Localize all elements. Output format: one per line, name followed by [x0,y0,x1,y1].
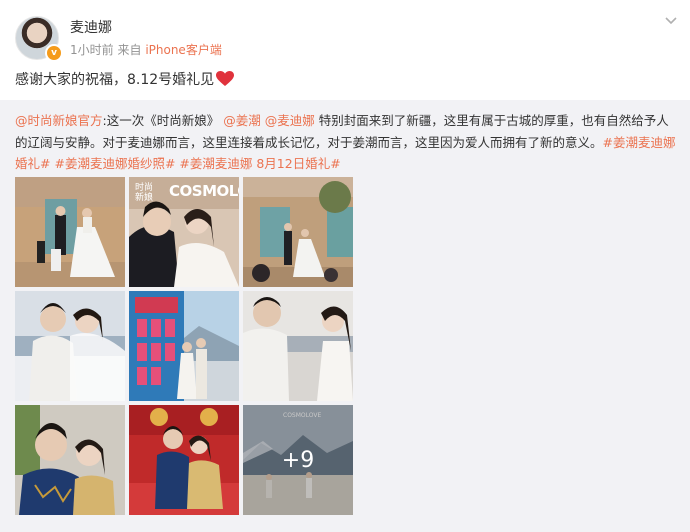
chevron-down-icon[interactable] [664,16,678,26]
photo-1[interactable] [15,177,125,287]
photo-8[interactable] [129,405,239,515]
post-time[interactable]: 1小时前 [70,43,114,57]
magazine-subtitle: 时尚 新娘 [135,183,154,203]
source-prefix: 来自 [117,43,142,57]
photo-7[interactable] [15,405,125,515]
post-text: 感谢大家的祝福，8.12号婚礼见 [15,69,235,89]
post-source[interactable]: iPhone客户端 [145,43,222,57]
hashtag-wedding-date[interactable]: #姜潮麦迪娜 8月12日婚礼# [179,156,340,171]
post-meta: 1小时前 来自 iPhone客户端 [70,41,222,58]
red-heart-icon [216,71,235,86]
more-photos-overlay[interactable]: +9 [243,405,353,515]
photo-9-more[interactable]: COSMOLOVE +9 [243,405,353,515]
photo-3-image [243,177,353,287]
post-text-content: 感谢大家的祝福，8.12号婚礼见 [15,72,215,88]
username[interactable]: 麦迪娜 [70,17,112,37]
repost-text: @时尚新娘官方:这一次《时尚新娘》 @姜潮 @麦迪娜 特别封面来到了新疆，这里有… [15,110,680,175]
photo-6[interactable] [243,291,353,401]
mention-jiangchao[interactable]: @姜潮 [223,113,261,128]
photo-5-image [129,291,239,401]
photo-6-image [243,291,353,401]
photo-7-image [15,405,125,515]
photo-1-image [15,177,125,287]
photo-5[interactable] [129,291,239,401]
photo-4-image [15,291,125,401]
verified-badge-icon: v [45,44,63,62]
photo-2-magazine-cover[interactable]: 时尚 新娘 COSMOLOVE [129,177,239,287]
hashtag-wedding-photos[interactable]: #姜潮麦迪娜婚纱照# [54,156,175,171]
photo-3[interactable] [243,177,353,287]
mention-maidina[interactable]: @麦迪娜 [265,113,315,128]
photo-4[interactable] [15,291,125,401]
repost-author-link[interactable]: @时尚新娘官方 [15,113,103,128]
photo-8-image [129,405,239,515]
magazine-title: COSMOLOVE [169,182,239,200]
repost-card[interactable]: @时尚新娘官方:这一次《时尚新娘》 @姜潮 @麦迪娜 特别封面来到了新疆，这里有… [0,100,690,532]
repost-text-1: :这一次《时尚新娘》 [102,113,220,128]
